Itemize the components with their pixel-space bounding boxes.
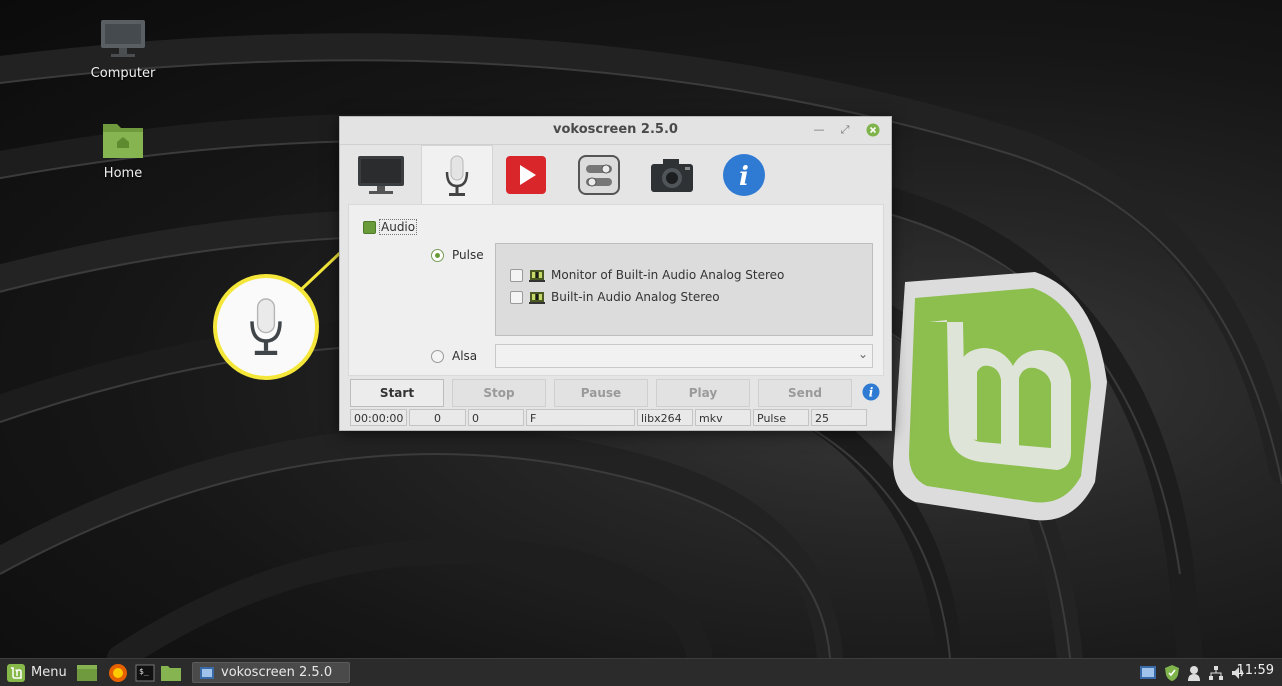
firefox-launcher[interactable] [108, 662, 128, 683]
tab-bar: i [340, 145, 891, 206]
status-audio: Pulse [753, 409, 809, 426]
svg-text:$_: $_ [139, 667, 149, 676]
device-label: Built-in Audio Analog Stereo [551, 290, 720, 304]
status-field: 0 [409, 409, 466, 426]
chevron-down-icon: ⌄ [857, 347, 868, 361]
taskbar: Menu $_ vokoscreen 2.5.0 11:59 [0, 658, 1282, 686]
microphone-icon [445, 155, 469, 196]
clock[interactable]: 11:59 [1237, 663, 1274, 678]
sound-card-icon [529, 270, 545, 282]
svg-text:i: i [869, 386, 874, 400]
info-icon: i [723, 154, 765, 196]
play-icon [506, 156, 546, 194]
shield-icon[interactable] [1164, 664, 1180, 682]
show-desktop-button[interactable] [76, 662, 98, 683]
desktop-icon [77, 664, 97, 681]
menu-button[interactable]: Menu [6, 662, 67, 683]
terminal-launcher[interactable]: $_ [135, 662, 155, 683]
firefox-icon [109, 663, 127, 682]
device-checkbox[interactable] [510, 268, 523, 282]
alsa-device-select[interactable]: ⌄ [495, 344, 873, 368]
alsa-radio[interactable] [431, 349, 444, 363]
tab-screen[interactable] [346, 145, 416, 205]
window-title: vokoscreen 2.5.0 [553, 122, 678, 137]
pulse-radio[interactable] [431, 248, 444, 262]
window-titlebar[interactable]: vokoscreen 2.5.0 — ⤢ [340, 117, 891, 145]
tray-app-icon[interactable] [1139, 664, 1157, 682]
status-codec: libx264 [637, 409, 693, 426]
audio-panel: Audio Pulse Monitor of Built-in Audio An… [348, 204, 884, 376]
taskbar-window-vokoscreen[interactable]: vokoscreen 2.5.0 [192, 662, 350, 683]
toggle-switches-icon [578, 155, 620, 195]
sound-card-icon [529, 292, 545, 304]
stop-button[interactable]: Stop [452, 379, 546, 407]
tab-webcam[interactable] [637, 145, 707, 205]
maximize-button[interactable]: ⤢ [838, 123, 852, 137]
microphone-callout [213, 274, 319, 380]
mint-menu-icon [7, 663, 25, 682]
monitor-icon [358, 156, 404, 194]
folder-icon [161, 665, 181, 681]
tab-about[interactable]: i [709, 145, 779, 205]
network-icon[interactable] [1208, 665, 1224, 681]
terminal-icon: $_ [135, 664, 155, 681]
camera-icon [651, 159, 693, 192]
audio-checkbox[interactable] [363, 220, 376, 234]
pulse-label: Pulse [452, 248, 484, 262]
microphone-icon [250, 298, 282, 355]
info-icon: i [862, 383, 880, 401]
start-button[interactable]: Start [350, 379, 444, 407]
tray-icons [1139, 662, 1247, 683]
audio-label: Audio [379, 219, 418, 235]
svg-text:i: i [739, 162, 749, 192]
list-item[interactable]: Built-in Audio Analog Stereo [510, 288, 720, 306]
pulse-device-list: Monitor of Built-in Audio Analog Stereo … [495, 243, 873, 336]
play-button[interactable]: Play [656, 379, 750, 407]
files-launcher[interactable] [160, 662, 182, 683]
device-label: Monitor of Built-in Audio Analog Stereo [551, 268, 785, 282]
close-button[interactable] [866, 123, 880, 137]
tab-audio[interactable] [421, 145, 493, 206]
tab-settings[interactable] [564, 145, 634, 205]
menu-label: Menu [31, 665, 67, 680]
close-icon [866, 123, 880, 137]
status-field: F [526, 409, 635, 426]
user-icon[interactable] [1187, 665, 1201, 681]
status-field: 0 [468, 409, 524, 426]
status-container: mkv [695, 409, 751, 426]
taskbar-window-label: vokoscreen 2.5.0 [221, 665, 333, 680]
alsa-label: Alsa [452, 349, 478, 363]
minimize-button[interactable]: — [812, 123, 826, 137]
status-fps: 25 [811, 409, 867, 426]
send-button[interactable]: Send [758, 379, 852, 407]
vokoscreen-window: vokoscreen 2.5.0 — ⤢ i Audio Pulse Monit… [339, 116, 892, 431]
tab-video[interactable] [491, 145, 561, 205]
list-item[interactable]: Monitor of Built-in Audio Analog Stereo [510, 266, 784, 284]
vokoscreen-icon [200, 666, 214, 679]
info-button[interactable]: i [862, 383, 880, 404]
pause-button[interactable]: Pause [554, 379, 648, 407]
device-checkbox[interactable] [510, 290, 523, 304]
status-time: 00:00:00 [350, 409, 407, 426]
